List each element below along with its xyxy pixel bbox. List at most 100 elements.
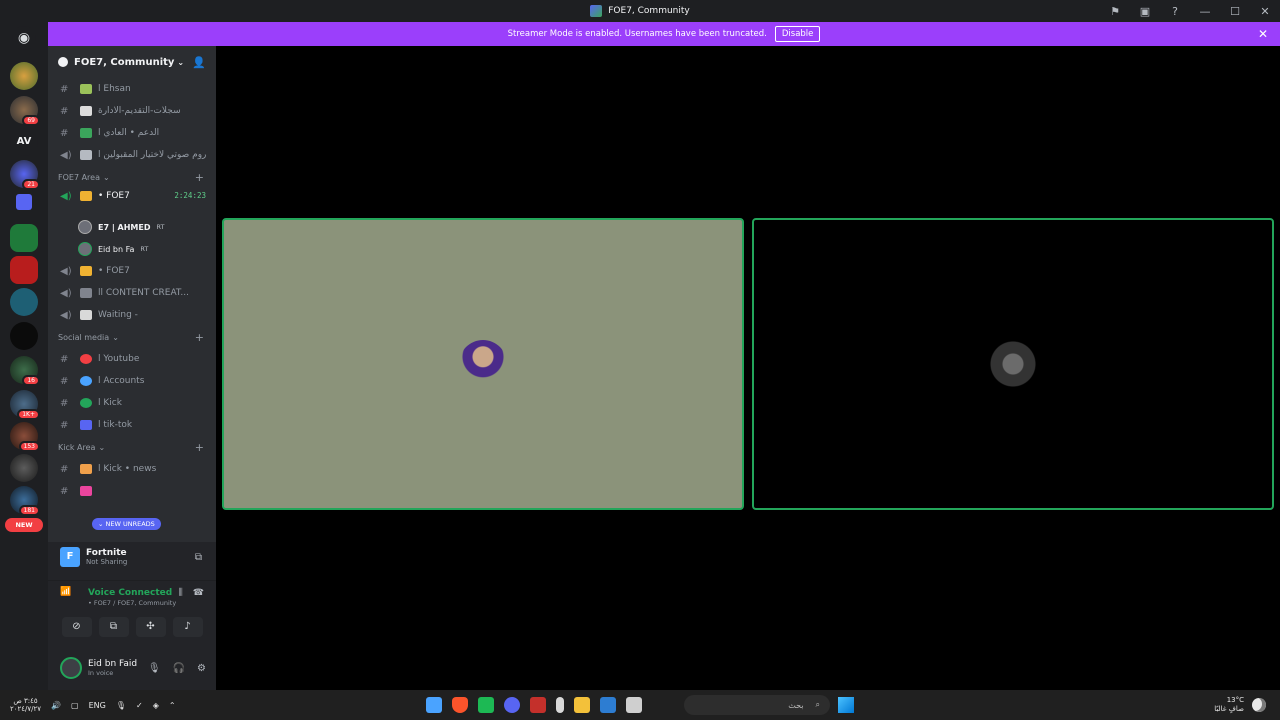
voice-user[interactable]: Eid bn Fa RT [48,238,216,260]
screen-icon[interactable]: ▣ [1130,5,1160,18]
hash-icon: # [60,353,69,365]
server-header[interactable]: FOE7, Community ⌄ 👤 [48,46,216,78]
speaker-icon: ◀) [60,149,72,161]
server-icon[interactable]: 69 [10,96,40,126]
invite-member-icon[interactable]: 👤 [192,56,206,69]
network-icon[interactable]: ▢ [71,701,79,710]
help-icon[interactable]: ? [1160,5,1190,18]
kick-icon [80,398,92,408]
participant-tile[interactable] [752,218,1274,510]
weather-widget[interactable]: 13°C صافٍ غالبًا [1214,696,1266,714]
server-icon-foe7[interactable] [10,62,38,90]
soundboard-button[interactable]: ♪ [172,617,203,637]
server-icon[interactable]: 16 [10,356,40,386]
mouse-icon[interactable] [556,697,564,713]
hourglass-icon [80,310,92,320]
category-foe7-area[interactable]: FOE7 Area ⌄ + [48,166,216,188]
channel-item[interactable]: # ا Kick • news [48,458,216,480]
voice-connection-panel: 📶 Voice Connected ⫼ ☎ • FOE7 / FOE7, Com… [48,580,216,656]
camera-off-button[interactable]: ⊘ [61,617,92,637]
chevron-down-icon: ⌄ [112,332,119,342]
voice-channel[interactable]: ◀) اا CONTENT CREAT... [48,282,216,304]
add-channel-icon[interactable]: + [195,171,204,184]
task-view-icon[interactable] [626,697,642,713]
channel-item[interactable]: # ا Ehsan [48,78,216,100]
channel-item[interactable]: # [48,480,216,502]
clock[interactable]: ٣:٤٥ ص ٢٠٢٤/٧/٢٧ [10,697,41,713]
new-unread-pill[interactable]: NEW [5,518,43,532]
server-icon[interactable] [10,256,38,284]
app-icon[interactable] [478,697,494,713]
disconnect-icon[interactable]: ☎ [193,588,204,598]
avatar[interactable] [60,657,82,679]
file-explorer-icon[interactable] [574,697,590,713]
voice-channel[interactable]: ◀) • FOE7 [48,260,216,282]
speaker-icon: ◀) [60,265,72,277]
participant-tile[interactable] [222,218,744,510]
windows-taskbar: ٣:٤٥ ص ٢٠٢٤/٧/٢٧ 🔊 ▢ ENG 🎙 ✓ ◈ ⌃ بحث ⌕ 1… [0,690,1280,720]
discord-home-icon[interactable]: ◉ [12,26,36,50]
voice-channel[interactable]: ◀) Waiting - [48,304,216,326]
channel-item[interactable]: # ا Kick [48,392,216,414]
maximize-button[interactable]: ☐ [1220,5,1250,18]
close-banner-icon[interactable]: ✕ [1258,27,1268,41]
channel-item[interactable]: # ا Youtube [48,348,216,370]
language-indicator[interactable]: ENG [89,701,106,710]
taskbar-search[interactable]: بحث ⌕ [684,695,830,715]
server-folder-icon[interactable] [16,194,32,210]
channel-item[interactable]: # ا Accounts [48,370,216,392]
server-icon[interactable] [10,288,38,316]
server-icon[interactable] [10,224,38,252]
server-icon-av[interactable]: AV [10,128,38,156]
disable-streamer-mode-button[interactable]: Disable [774,26,821,42]
server-icon[interactable]: 21 [10,160,40,190]
server-badge-icon [58,57,68,67]
server-icon[interactable]: 181 [10,486,40,516]
server-icon[interactable]: 1K+ [10,390,40,420]
voice-connected-label[interactable]: Voice Connected [88,588,172,598]
inbox-icon[interactable]: ⚑ [1100,5,1130,18]
chevron-down-icon: ⌄ [103,172,110,182]
category-kick-area[interactable]: Kick Area ⌄ + [48,436,216,458]
channel-item[interactable]: # سجلات-التقديم-الادارة [48,100,216,122]
activity-title: Fortnite [86,548,127,558]
windows-start-icon[interactable] [838,697,854,713]
microphone-icon[interactable]: 🎙 [116,701,126,710]
channel-emoji [80,464,92,474]
channel-item[interactable]: # ا tik-tok [48,414,216,436]
avatar [459,340,507,388]
add-channel-icon[interactable]: + [195,331,204,344]
microphone-icon[interactable]: 🎙 [148,663,161,674]
hash-icon: # [60,105,69,117]
share-screen-button[interactable]: ⧉ [98,617,129,637]
voice-channel-active[interactable]: ◀) • FOE7 2:24:23 [48,188,216,216]
close-window-button[interactable]: ✕ [1250,5,1280,18]
minimize-button[interactable]: — [1190,5,1220,18]
server-icon[interactable] [10,454,38,482]
headphones-icon[interactable]: 🎧 [173,663,185,674]
server-icon[interactable] [10,322,38,350]
chevron-down-icon: ⌄ [177,57,185,67]
add-channel-icon[interactable]: + [195,441,204,454]
channel-item[interactable]: # الدعم • العادي ا [48,122,216,144]
gear-icon[interactable]: ⚙ [197,663,206,674]
server-icon[interactable]: 153 [10,422,40,452]
discord-icon[interactable] [504,697,520,713]
category-social-media[interactable]: Social media ⌄ + [48,326,216,348]
voice-user[interactable]: E7 | AHMED RT [48,216,216,238]
share-screen-icon[interactable]: ⧉ [195,552,202,563]
activities-button[interactable]: ✣ [135,617,166,637]
volume-icon[interactable]: 🔊 [51,701,61,710]
window-title: FOE7, Community [608,6,690,16]
chevron-up-icon[interactable]: ⌃ [169,701,176,710]
fortnite-icon[interactable] [426,697,442,713]
hash-icon: # [60,463,69,475]
tray-icon[interactable]: ◈ [153,701,159,710]
new-unreads-button[interactable]: ⌄ NEW UNREADS [92,518,161,530]
channel-item[interactable]: ◀) روم صوتي لاختيار المقبولين ا [48,144,216,166]
brave-icon[interactable] [452,697,468,713]
tray-icon[interactable]: ✓ [136,701,143,710]
app-icon[interactable] [530,697,546,713]
noise-suppression-icon[interactable]: ⫼ [179,588,183,598]
store-icon[interactable] [600,697,616,713]
